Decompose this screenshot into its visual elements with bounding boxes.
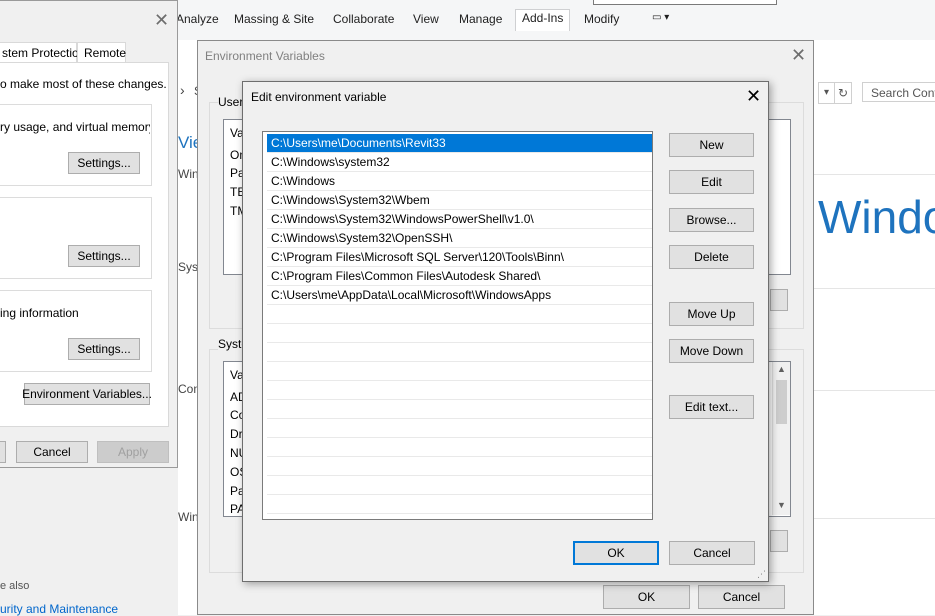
- list-item[interactable]: C:\Program Files\Common Files\Autodesk S…: [267, 267, 652, 286]
- list-item[interactable]: C:\Windows\System32\WindowsPowerShell\v1…: [267, 210, 652, 229]
- performance-group: ry usage, and virtual memory Settings...: [0, 104, 152, 186]
- ok-button[interactable]: [0, 441, 6, 463]
- search-placeholder: Search Cont: [871, 86, 935, 100]
- edit-environment-variable-dialog: Edit environment variable ✕ C:\Users\me\…: [242, 81, 769, 582]
- close-icon[interactable]: ✕: [154, 11, 169, 29]
- cancel-button[interactable]: Cancel: [16, 441, 88, 463]
- windows-edition-title: Windo: [818, 191, 935, 243]
- delete-button[interactable]: Delete: [669, 245, 754, 269]
- tab-collaborate[interactable]: Collaborate: [333, 12, 394, 26]
- apply-button[interactable]: Apply: [97, 441, 169, 463]
- tab-manage[interactable]: Manage: [459, 12, 502, 26]
- intro-text: o make most of these changes.: [0, 77, 167, 91]
- empty-row: [267, 495, 652, 514]
- tab-system-protection[interactable]: stem Protection: [0, 42, 78, 62]
- scrollbar[interactable]: ▲ ▼: [772, 362, 790, 515]
- list-item[interactable]: C:\Users\me\Documents\Revit33: [267, 134, 652, 153]
- resize-grip-icon[interactable]: ⋰: [757, 569, 766, 580]
- move-up-button[interactable]: Move Up: [669, 302, 754, 326]
- empty-row: [267, 343, 652, 362]
- startup-recovery-group: ing information Settings...: [0, 290, 152, 372]
- scroll-down-icon[interactable]: ▼: [777, 500, 786, 510]
- empty-row: [267, 457, 652, 476]
- close-icon[interactable]: ✕: [746, 87, 761, 105]
- tab-label: stem Protection: [2, 46, 78, 60]
- address-dropdown-icon[interactable]: ▾: [818, 82, 835, 104]
- refresh-icon[interactable]: ↻: [834, 82, 852, 104]
- system-properties-window: ✕ stem Protection Remote o make most of …: [0, 0, 178, 468]
- ribbon-options-icon[interactable]: ▭ ▾: [652, 12, 669, 23]
- user-profiles-group: Settings...: [0, 197, 152, 279]
- cancel-button[interactable]: Cancel: [669, 541, 755, 565]
- empty-row: [267, 438, 652, 457]
- nav-arrow-icon[interactable]: ›: [180, 82, 185, 98]
- close-icon[interactable]: ✕: [791, 46, 806, 64]
- scrollbar-thumb[interactable]: [776, 380, 787, 424]
- system-delete-button[interactable]: [770, 530, 788, 552]
- tab-add-ins[interactable]: Add-Ins: [515, 9, 571, 31]
- tab-view[interactable]: View: [413, 12, 439, 26]
- startup-text: ing information: [0, 306, 79, 320]
- empty-row: [267, 400, 652, 419]
- divider: [814, 288, 935, 289]
- see-also-label: e also: [0, 580, 30, 592]
- list-item[interactable]: C:\Program Files\Microsoft SQL Server\12…: [267, 248, 652, 267]
- list-item[interactable]: Dr: [230, 427, 243, 441]
- tab-label: Remote: [84, 46, 127, 60]
- list-item[interactable]: C:\Windows\system32: [267, 153, 652, 172]
- ok-button[interactable]: OK: [573, 541, 659, 565]
- scroll-up-icon[interactable]: ▲: [777, 364, 786, 374]
- list-item[interactable]: C:\Windows\System32\OpenSSH\: [267, 229, 652, 248]
- cancel-button[interactable]: Cancel: [698, 585, 785, 609]
- user-profiles-settings-button[interactable]: Settings...: [68, 245, 140, 267]
- tab-modify[interactable]: Modify: [584, 12, 619, 26]
- empty-row: [267, 419, 652, 438]
- tab-analyze[interactable]: Analyze: [176, 12, 219, 26]
- browse-button[interactable]: Browse...: [669, 208, 754, 232]
- empty-row: [267, 476, 652, 495]
- path-entries-list[interactable]: C:\Users\me\Documents\Revit33 C:\Windows…: [262, 131, 653, 520]
- list-item[interactable]: C:\Users\me\AppData\Local\Microsoft\Wind…: [267, 286, 652, 305]
- left-label: Win: [178, 510, 199, 524]
- edit-button[interactable]: Edit: [669, 170, 754, 194]
- left-label: Win: [178, 167, 199, 181]
- divider: [814, 390, 935, 391]
- performance-text: ry usage, and virtual memory: [0, 120, 150, 134]
- list-item[interactable]: C:\Windows: [267, 172, 652, 191]
- environment-variables-button[interactable]: Environment Variables...: [22, 383, 152, 405]
- startup-settings-button[interactable]: Settings...: [68, 338, 140, 360]
- move-down-button[interactable]: Move Down: [669, 339, 754, 363]
- empty-row: [267, 362, 652, 381]
- dialog-title: Edit environment variable: [251, 90, 387, 104]
- window-title: Environment Variables: [205, 49, 325, 63]
- edit-text-button[interactable]: Edit text...: [669, 395, 754, 419]
- ribbon-panel-fragment: [593, 0, 777, 5]
- tab-remote[interactable]: Remote: [77, 42, 126, 62]
- performance-settings-button[interactable]: Settings...: [68, 152, 140, 174]
- list-item[interactable]: C:\Windows\System32\Wbem: [267, 191, 652, 210]
- ok-button[interactable]: OK: [603, 585, 690, 609]
- divider: [814, 518, 935, 519]
- search-box[interactable]: Search Cont: [862, 82, 935, 102]
- empty-row: [267, 324, 652, 343]
- user-delete-button[interactable]: [770, 289, 788, 311]
- security-maintenance-link[interactable]: urity and Maintenance: [0, 602, 118, 616]
- empty-row: [267, 381, 652, 400]
- tab-content-panel: o make most of these changes. ry usage, …: [0, 62, 169, 427]
- new-button[interactable]: New: [669, 133, 754, 157]
- divider: [814, 174, 935, 175]
- tab-massing-site[interactable]: Massing & Site: [234, 12, 314, 26]
- empty-row: [267, 305, 652, 324]
